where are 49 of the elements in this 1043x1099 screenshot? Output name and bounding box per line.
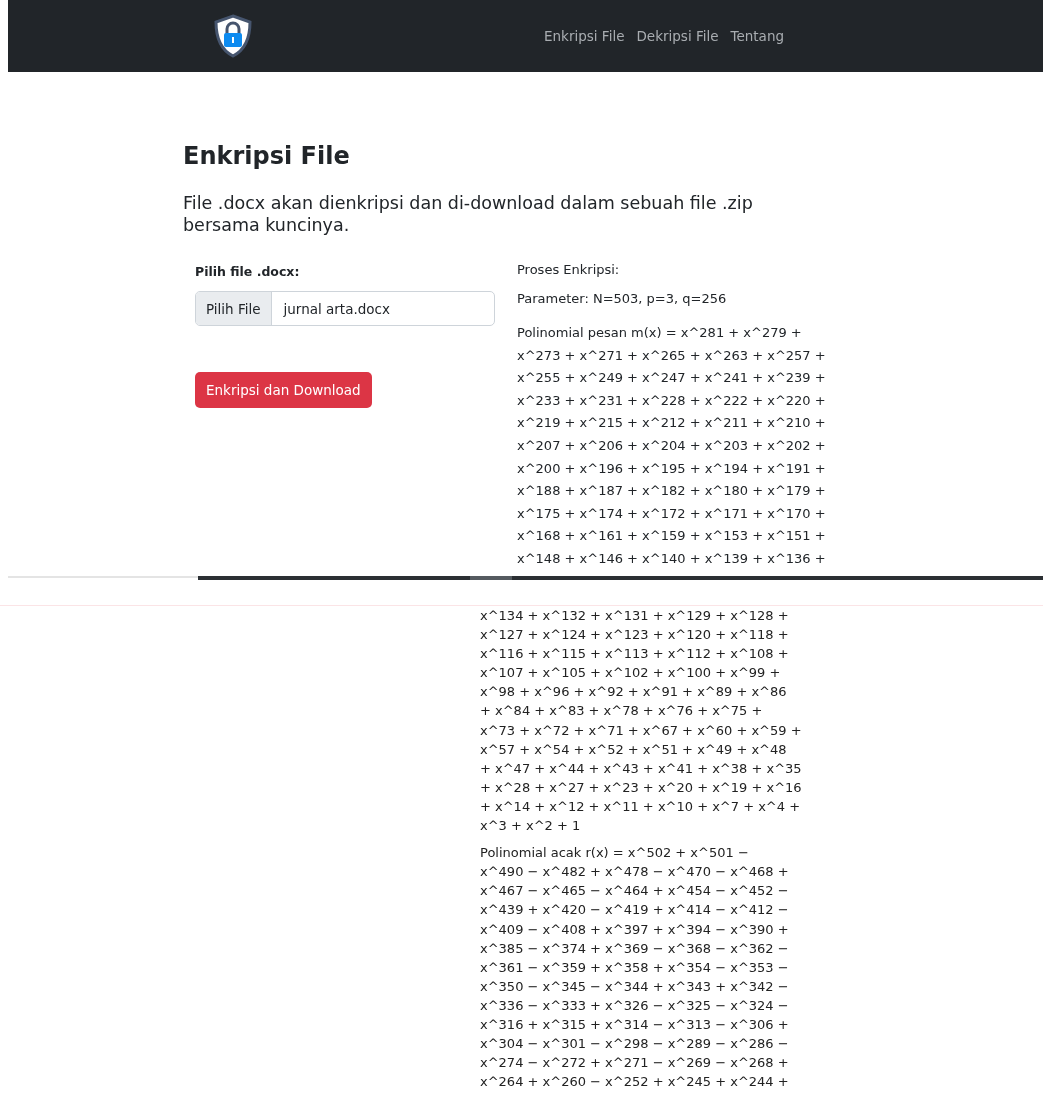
polynomial-line: x^200 + x^196 + x^195 + x^194 + x^191 + [517, 459, 827, 478]
polynomial-line: + x^28 + x^27 + x^23 + x^20 + x^19 + x^16 [480, 778, 803, 797]
polynomial-line: x^385 − x^374 + x^369 − x^368 − x^362 − [480, 939, 790, 958]
polynomial-line: x^264 + x^260 − x^252 + x^245 + x^244 + [480, 1073, 790, 1092]
polynomial-line: x^304 − x^301 − x^298 − x^289 − x^286 − [480, 1035, 790, 1054]
parameters-text: Parameter: N=503, p=3, q=256 [517, 291, 728, 306]
polynomial-line: x^490 − x^482 + x^478 − x^470 − x^468 + [480, 863, 790, 882]
nav-link[interactable]: Dekripsi File [636, 28, 719, 44]
polynomial-line: x^219 + x^215 + x^212 + x^211 + x^210 + [517, 414, 827, 433]
polynomial-line: x^350 − x^345 − x^344 + x^343 + x^342 − [480, 977, 790, 996]
polynomial-line: x^116 + x^115 + x^113 + x^112 + x^108 + [480, 645, 790, 664]
polynomial-line: x^127 + x^124 + x^123 + x^120 + x^118 + [480, 626, 790, 645]
polynomial-line: + x^47 + x^44 + x^43 + x^41 + x^38 + x^35 [480, 759, 803, 778]
polynomial-line: x^409 − x^408 + x^397 + x^394 − x^390 + [480, 920, 790, 939]
polynomial-line: Polinomial acak r(x) = x^502 + x^501 − [480, 844, 750, 863]
polynomial-line: x^273 + x^271 + x^265 + x^263 + x^257 + [517, 346, 827, 365]
page-title: Enkripsi File [183, 141, 351, 172]
polynomial-line: x^188 + x^187 + x^182 + x^180 + x^179 + [517, 482, 827, 501]
polynomial-line: x^168 + x^161 + x^159 + x^153 + x^151 + [517, 527, 827, 546]
polynomial-line: x^316 + x^315 + x^314 − x^313 − x^306 + [480, 1015, 790, 1034]
page-description: File .docx akan dienkripsi dan di-download dalam sebuah file .zip bersama kuncinya. [183, 192, 754, 236]
polynomial-line: x^336 − x^333 + x^326 − x^325 − x^324 − [480, 996, 790, 1015]
polynomial-line: x^134 + x^132 + x^131 + x^129 + x^128 + [480, 607, 790, 625]
file-name: jurnal arta.docx [282, 300, 390, 317]
polynomial-line: x^175 + x^174 + x^172 + x^171 + x^170 + [517, 504, 827, 523]
process-heading: Proses Enkripsi: [517, 262, 621, 277]
polynomial-line: x^207 + x^206 + x^204 + x^203 + x^202 + [517, 436, 827, 455]
polynomial-line: x^73 + x^72 + x^71 + x^67 + x^60 + x^59 + [480, 721, 803, 740]
polynomial-line: x^57 + x^54 + x^52 + x^51 + x^49 + x^48 [480, 740, 788, 759]
nav-link[interactable]: Tentang [730, 28, 785, 44]
polynomial-line: x^274 − x^272 + x^271 − x^269 − x^268 + [480, 1054, 790, 1073]
polynomial-line: x^361 − x^359 + x^358 + x^354 − x^353 − [480, 958, 790, 977]
polynomial-line: x^233 + x^231 + x^228 + x^222 + x^220 + [517, 391, 827, 410]
nav-link[interactable]: Enkripsi File [544, 28, 625, 44]
polynomial-line: x^98 + x^96 + x^92 + x^91 + x^89 + x^86 [480, 683, 788, 702]
polynomial-line: x^148 + x^146 + x^140 + x^139 + x^136 + [517, 549, 827, 568]
encrypt-download-button[interactable]: Enkripsi dan Download [195, 372, 372, 408]
polynomial-line: + x^14 + x^12 + x^11 + x^10 + x^7 + x^4 + [480, 797, 802, 816]
file-input[interactable]: Pilih File jurnal arta.docx [195, 291, 495, 326]
polynomial-line: x^439 + x^420 − x^419 + x^414 − x^412 − [480, 901, 790, 920]
polynomial-line: x^107 + x^105 + x^102 + x^100 + x^99 + [480, 664, 782, 683]
polynomial-line: x^467 − x^465 − x^464 + x^454 − x^452 − [480, 882, 790, 901]
polynomial-line: x^3 + x^2 + 1 [480, 817, 582, 836]
polynomial-line: Polinomial pesan m(x) = x^281 + x^279 + [517, 324, 803, 342]
polynomial-line: x^255 + x^249 + x^247 + x^241 + x^239 + [517, 369, 827, 388]
field-label: Pilih file .docx: [195, 264, 301, 279]
shield-lock-icon[interactable] [213, 14, 253, 58]
choose-file-button[interactable]: Pilih File [196, 292, 272, 325]
polynomial-line: + x^84 + x^83 + x^78 + x^76 + x^75 + [480, 702, 764, 721]
